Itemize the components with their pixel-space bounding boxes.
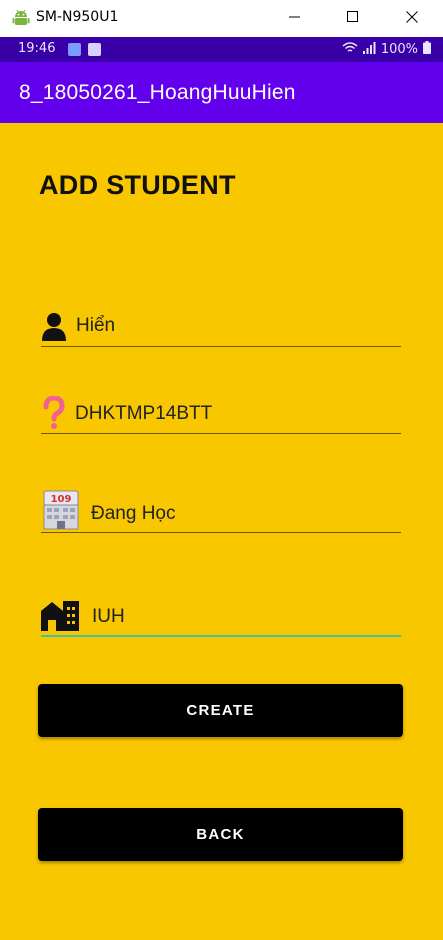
status-underline — [41, 532, 401, 533]
minimize-icon — [289, 10, 301, 28]
close-button[interactable] — [383, 0, 441, 37]
page-title: ADD STUDENT — [39, 170, 236, 200]
building-icon — [41, 599, 81, 631]
back-button[interactable]: BACK — [38, 808, 403, 861]
battery-percent: 100% — [380, 42, 418, 57]
name-underline — [41, 346, 401, 347]
window-title: SM-N950U1 — [36, 9, 119, 25]
status-indicators: 100% — [342, 41, 431, 58]
signal-icon — [362, 41, 376, 58]
school-underline — [41, 635, 401, 637]
school-icon: 109 — [41, 489, 81, 531]
status-field[interactable]: 109 Đang Học — [41, 489, 401, 533]
status-input[interactable]: Đang Học — [91, 503, 176, 525]
question-icon — [41, 395, 67, 429]
status-bar: 19:46 100% — [0, 37, 443, 62]
app-bar: 8_18050261_HoangHuuHien — [0, 62, 443, 123]
notification-icon — [68, 43, 81, 56]
minimize-button[interactable] — [266, 0, 324, 37]
maximize-icon — [347, 10, 359, 28]
name-input[interactable]: Hiển — [76, 315, 115, 337]
create-button[interactable]: CREATE — [38, 684, 403, 737]
window-titlebar: SM-N950U1 — [0, 0, 443, 37]
app-title: 8_18050261_HoangHuuHien — [19, 81, 296, 104]
school-input[interactable]: IUH — [92, 606, 125, 628]
status-time: 19:46 — [18, 41, 56, 56]
battery-icon — [423, 41, 431, 58]
name-field[interactable]: Hiển — [41, 307, 401, 347]
notification-icon — [88, 43, 101, 56]
add-student-screen: ADD STUDENT Hiển DHKTMP14BTT 109 Đang Họ… — [0, 123, 443, 940]
svg-text:109: 109 — [51, 494, 72, 505]
class-input[interactable]: DHKTMP14BTT — [75, 403, 212, 425]
android-icon — [12, 9, 30, 27]
class-field[interactable]: DHKTMP14BTT — [41, 394, 401, 434]
wifi-icon — [342, 41, 358, 58]
close-icon — [406, 10, 418, 28]
maximize-button[interactable] — [324, 0, 382, 37]
person-icon — [41, 311, 67, 341]
class-underline — [41, 433, 401, 434]
school-field[interactable]: IUH — [41, 595, 401, 637]
